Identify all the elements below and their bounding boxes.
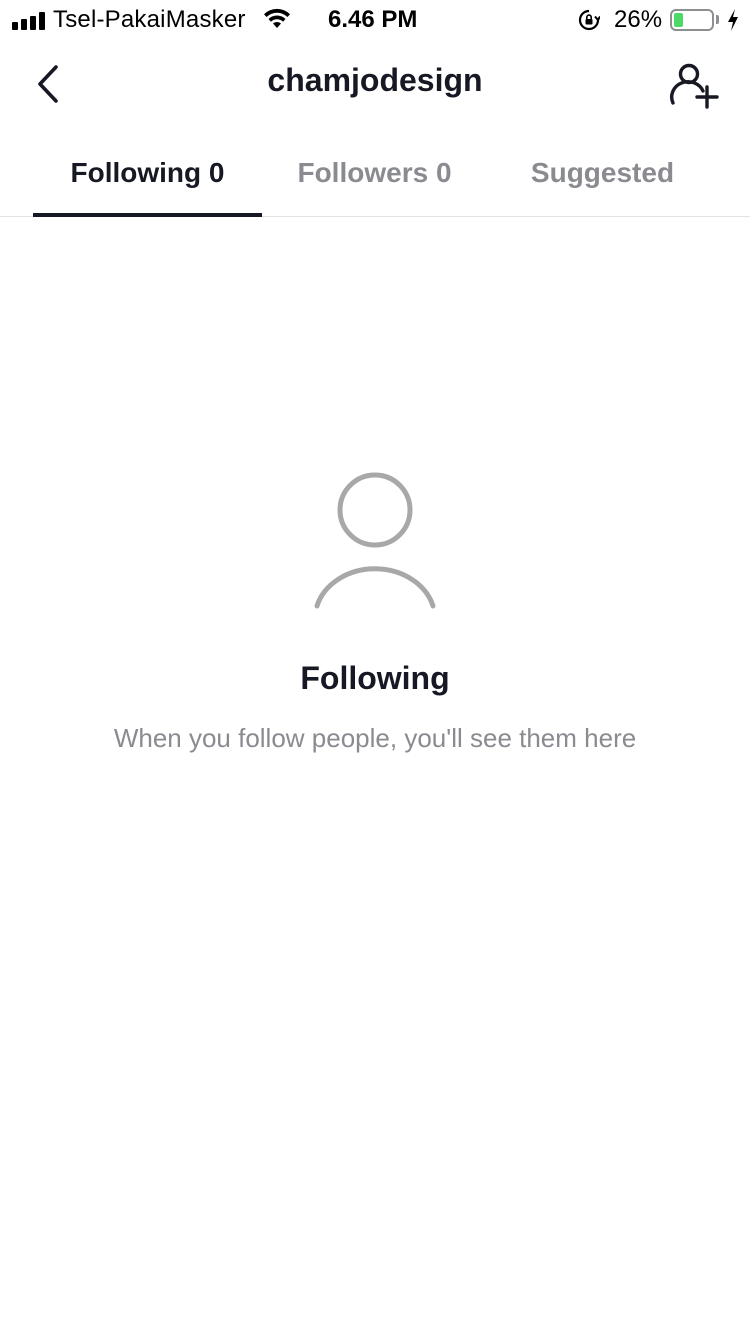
add-user-button[interactable] bbox=[664, 58, 724, 114]
page-title: chamjodesign bbox=[267, 62, 483, 98]
battery-icon bbox=[670, 9, 714, 31]
empty-state: Following When you follow people, you'll… bbox=[0, 470, 750, 754]
add-user-icon bbox=[670, 63, 719, 109]
active-tab-indicator bbox=[33, 213, 262, 217]
status-bar: Tsel-PakaiMasker 6.46 PM 26% bbox=[0, 0, 750, 40]
status-time: 6.46 PM bbox=[328, 6, 418, 33]
empty-state-title: Following bbox=[300, 660, 450, 696]
signal-icon bbox=[12, 12, 46, 30]
charging-bolt-icon bbox=[728, 9, 738, 31]
battery-tip bbox=[716, 15, 719, 24]
carrier-name: Tsel-PakaiMasker bbox=[53, 6, 246, 33]
tab-following[interactable]: Following 0 bbox=[33, 130, 262, 216]
rotation-lock-icon bbox=[578, 9, 600, 31]
empty-state-message: When you follow people, you'll see them … bbox=[113, 723, 637, 753]
battery-level-fill bbox=[674, 13, 683, 27]
back-button[interactable] bbox=[24, 58, 72, 110]
follow-tabs: Following 0 Followers 0 Suggested bbox=[0, 130, 750, 217]
wifi-icon bbox=[264, 8, 290, 28]
tab-followers[interactable]: Followers 0 bbox=[262, 130, 487, 216]
battery-percentage: 26% bbox=[614, 6, 663, 33]
chevron-left-icon bbox=[38, 65, 58, 103]
person-outline-icon bbox=[314, 472, 436, 609]
navigation-header: chamjodesign bbox=[0, 44, 750, 124]
tab-suggested[interactable]: Suggested bbox=[487, 130, 718, 216]
following-screen: Tsel-PakaiMasker 6.46 PM 26% chamjodesig… bbox=[0, 0, 750, 1334]
